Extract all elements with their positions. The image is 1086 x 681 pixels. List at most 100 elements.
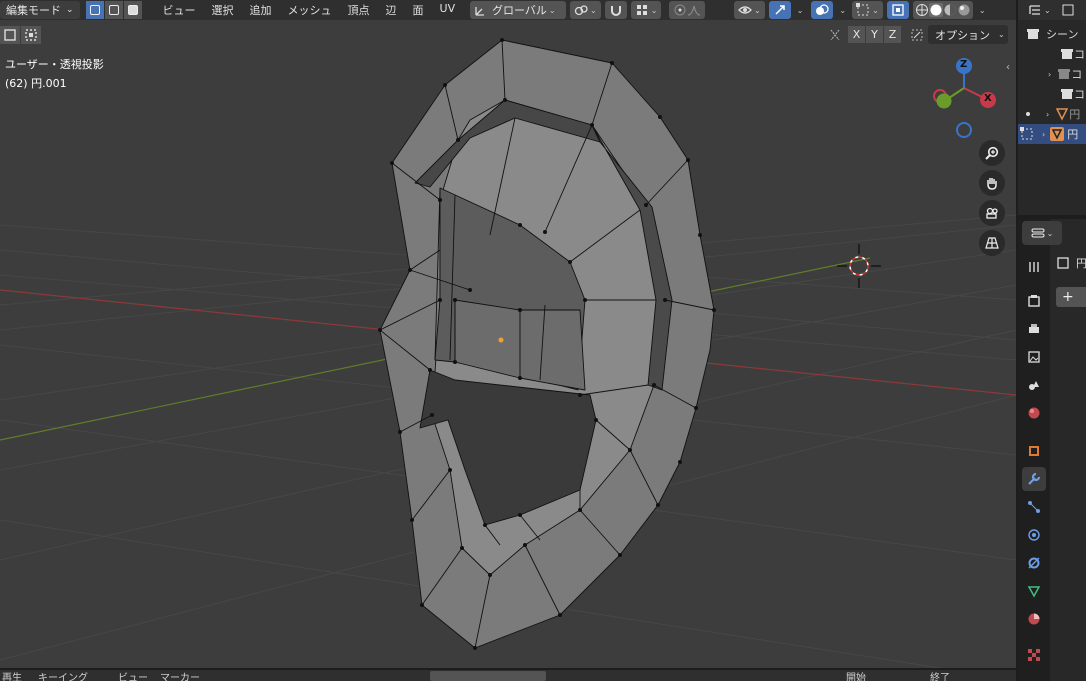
pan-button[interactable]: [979, 170, 1005, 196]
shading-mode-group: [912, 1, 973, 19]
playback-controls[interactable]: [430, 671, 546, 681]
menu-vertex[interactable]: 頂点: [340, 2, 378, 18]
zoom-button[interactable]: [979, 140, 1005, 166]
gizmo-label-x: X: [984, 93, 992, 104]
chevron-down-icon[interactable]: ⌄: [979, 6, 986, 15]
filter-icon[interactable]: [1061, 3, 1075, 17]
chevron-down-icon[interactable]: ⌄: [797, 6, 804, 15]
mirror-y-toggle[interactable]: Y: [866, 26, 883, 43]
properties-panel: ⌄ 円 +: [1016, 219, 1086, 681]
rendered-shading-icon[interactable]: [957, 3, 971, 17]
tab-world[interactable]: [1022, 401, 1046, 425]
tab-constraints[interactable]: [1022, 551, 1046, 575]
proportional-edit-toggle[interactable]: [669, 1, 706, 19]
outliner-row-scene[interactable]: シーン: [1018, 24, 1086, 44]
solid-shading-icon[interactable]: [928, 3, 943, 17]
gizmo-toggle[interactable]: [768, 1, 791, 19]
frame-end-field[interactable]: 終了: [930, 670, 950, 681]
viewport-canvas[interactable]: [0, 20, 1016, 668]
tab-material[interactable]: [1022, 607, 1046, 631]
vertex-select-button[interactable]: [85, 1, 105, 19]
view-title: ユーザー・透視投影: [5, 58, 104, 71]
collection-icon: [1061, 49, 1073, 59]
tab-output[interactable]: [1022, 317, 1046, 341]
outliner-panel: ⌄ シーン コ › コ コ › 円 › 円 ‹: [1006, 0, 1086, 215]
outliner-row-object-selected[interactable]: › 円: [1018, 124, 1086, 144]
material-shading-icon[interactable]: [943, 3, 957, 17]
menu-edge[interactable]: 辺: [378, 2, 405, 18]
xray-toggle[interactable]: [886, 1, 909, 19]
mirror-x-toggle[interactable]: X: [848, 26, 865, 43]
outliner-row-object[interactable]: › 円: [1018, 104, 1086, 124]
camera-view-button[interactable]: [979, 200, 1005, 226]
tab-physics[interactable]: [1022, 523, 1046, 547]
ear-mesh[interactable]: [379, 39, 715, 649]
gizmo-label-z: Z: [960, 59, 968, 70]
chevron-right-icon[interactable]: ›: [1042, 130, 1045, 139]
chevron-down-icon[interactable]: ⌄: [1044, 6, 1051, 15]
collection-icon: [1058, 69, 1071, 79]
tab-modifiers[interactable]: [1022, 467, 1046, 491]
timeline-menu-playback[interactable]: 再生: [2, 670, 22, 681]
3d-cursor[interactable]: [837, 244, 881, 288]
tab-render[interactable]: [1022, 289, 1046, 313]
auto-merge-icon[interactable]: [910, 28, 924, 42]
select-box-extend-button[interactable]: [21, 26, 41, 44]
tab-view-layer[interactable]: [1022, 345, 1046, 369]
edge-select-button[interactable]: [104, 1, 124, 19]
grid-perspective-icon: [985, 237, 999, 249]
wireframe-shading-icon[interactable]: [915, 3, 929, 17]
select-box-new-button[interactable]: [0, 26, 20, 44]
properties-object-name: 円: [1076, 257, 1086, 270]
chevron-right-icon[interactable]: ›: [1048, 70, 1051, 79]
timeline-menu-marker[interactable]: マーカー: [160, 670, 200, 681]
menu-mesh[interactable]: メッシュ: [280, 2, 340, 18]
3d-viewport[interactable]: X Z ユーザー・透視投影 (62) 円.001 X Y Z オプション ⌄: [0, 20, 1016, 668]
projection-toggle-button[interactable]: [979, 230, 1005, 256]
editor-type-select[interactable]: ⌄: [1022, 221, 1062, 245]
visibility-select[interactable]: ⌄: [734, 1, 765, 19]
menu-select[interactable]: 選択: [204, 2, 242, 18]
options-dropdown[interactable]: オプション ⌄: [928, 25, 1008, 44]
mirror-z-toggle[interactable]: Z: [884, 26, 901, 43]
physics-icon: [1028, 529, 1040, 541]
tab-tool[interactable]: [1022, 255, 1046, 279]
outliner-row-collection[interactable]: › コ: [1018, 64, 1086, 84]
menu-uv[interactable]: UV: [432, 2, 464, 18]
menu-add[interactable]: 追加: [242, 2, 280, 18]
mode-select[interactable]: 編集モード ⌄: [0, 1, 80, 19]
frame-start-field[interactable]: 開始: [846, 670, 866, 681]
menu-view[interactable]: ビュー: [155, 2, 204, 18]
tab-object[interactable]: [1022, 439, 1046, 463]
tab-scene[interactable]: [1022, 373, 1046, 397]
snap-target-select[interactable]: ⌄: [630, 1, 662, 19]
vertex-select-icon: [89, 5, 100, 15]
properties-object-header: 円: [1056, 255, 1086, 271]
outliner-row-collection[interactable]: コ: [1018, 44, 1086, 64]
snap-toggle[interactable]: [604, 1, 627, 19]
outliner-display-icon[interactable]: [1028, 3, 1042, 17]
options-label: オプション: [935, 28, 990, 42]
tab-data[interactable]: [1022, 579, 1046, 603]
tab-particles[interactable]: [1022, 495, 1046, 519]
hand-icon: [987, 178, 997, 190]
timeline-menu-view[interactable]: ビュー: [118, 670, 148, 681]
mesh-object-icon: [1055, 108, 1069, 121]
menu-face[interactable]: 面: [405, 2, 432, 18]
chevron-down-icon[interactable]: ⌄: [839, 6, 846, 15]
scene-icon: [1029, 381, 1039, 390]
mesh-edit-overlay-select[interactable]: ⌄: [852, 1, 883, 19]
add-modifier-button[interactable]: +: [1056, 287, 1086, 307]
face-select-button[interactable]: [123, 1, 143, 19]
tab-texture[interactable]: [1022, 643, 1046, 667]
constraint-icon: [1028, 557, 1040, 569]
timeline-menu-keying[interactable]: キーイング: [38, 670, 88, 681]
timeline-header: 再生 キーイング ビュー マーカー 開始 終了: [0, 668, 1016, 681]
outliner-collapse-arrow[interactable]: ‹: [1006, 62, 1010, 73]
pivot-point-select[interactable]: ⌄: [570, 1, 601, 19]
transform-orientation-select[interactable]: グローバル ⌄: [470, 1, 566, 19]
collection-icon: [1061, 89, 1073, 99]
chevron-right-icon[interactable]: ›: [1046, 110, 1049, 119]
overlay-toggle[interactable]: [811, 1, 834, 19]
outliner-row-collection[interactable]: コ: [1018, 84, 1086, 104]
